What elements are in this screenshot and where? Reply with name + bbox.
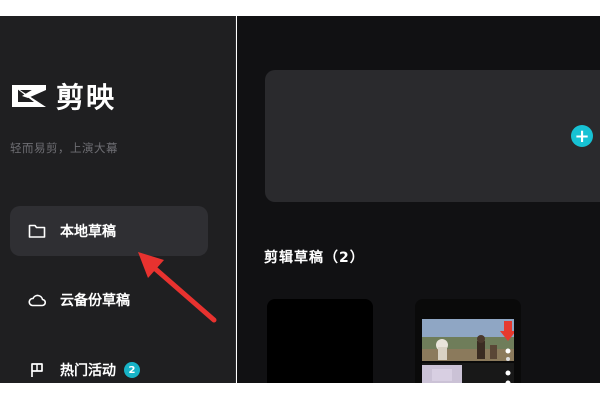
folder-icon	[28, 222, 46, 240]
main-content: + 剪辑草稿（2）	[237, 16, 600, 383]
sidebar-item-label: 本地草稿	[60, 224, 116, 240]
sidebar: 剪映 轻而易剪，上演大幕 本地草稿 云备份草稿 热门活动 2	[0, 16, 236, 383]
notification-badge: 2	[124, 362, 140, 378]
draft-thumbnail	[422, 319, 514, 383]
draft-card[interactable]	[267, 299, 373, 383]
top-margin	[0, 0, 600, 16]
draft-card[interactable]	[415, 299, 521, 383]
add-project-button[interactable]: +	[571, 125, 593, 147]
app-slogan: 轻而易剪，上演大幕	[10, 141, 118, 155]
bottom-margin	[0, 383, 600, 400]
cloud-icon	[28, 291, 46, 309]
sidebar-item-label: 云备份草稿	[60, 293, 130, 309]
sidebar-item-local-drafts[interactable]: 本地草稿	[10, 206, 208, 256]
app-logo: 剪映	[10, 76, 116, 116]
capcut-logo-icon	[12, 85, 46, 107]
sidebar-item-cloud-drafts[interactable]: 云备份草稿	[10, 275, 208, 325]
flag-icon	[28, 361, 46, 379]
sidebar-item-label: 热门活动	[60, 363, 116, 379]
start-creation-panel[interactable]	[265, 70, 600, 202]
app-name: 剪映	[56, 81, 117, 114]
drafts-section-title: 剪辑草稿（2）	[264, 250, 365, 266]
